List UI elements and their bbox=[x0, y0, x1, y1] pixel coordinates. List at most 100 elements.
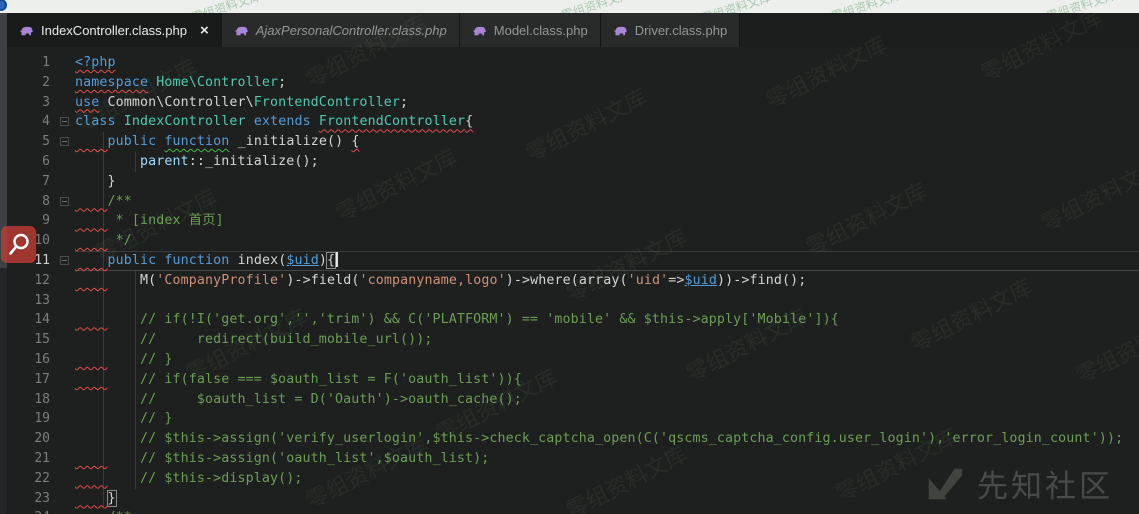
code-token: // } bbox=[140, 352, 173, 367]
tab-Driver.class.php[interactable]: Driver.class.php bbox=[601, 13, 740, 47]
line-number[interactable]: 16 bbox=[7, 350, 75, 370]
line-number[interactable]: 2 bbox=[7, 73, 75, 93]
code-token: <?php bbox=[75, 55, 116, 70]
line-number[interactable]: 14 bbox=[7, 310, 75, 330]
tab-label: Model.class.php bbox=[494, 23, 588, 38]
watermark-text: 零组资料文库 bbox=[559, 0, 633, 13]
code-token: namespace bbox=[75, 75, 148, 90]
fold-icon[interactable] bbox=[60, 256, 69, 265]
code-token: function bbox=[164, 134, 229, 149]
tab-label: AjaxPersonalController.class.php bbox=[256, 23, 447, 38]
line-number[interactable]: 7 bbox=[7, 172, 75, 192]
code-token bbox=[75, 451, 108, 466]
code-line[interactable]: /** bbox=[75, 192, 1139, 212]
line-number[interactable]: 15 bbox=[7, 330, 75, 350]
line-number[interactable]: 5 bbox=[7, 132, 75, 152]
code-token: FrontendController bbox=[319, 114, 465, 129]
code-line[interactable]: <?php bbox=[75, 53, 1139, 73]
line-number[interactable]: 8 bbox=[7, 192, 75, 212]
code-token bbox=[108, 352, 141, 367]
line-number[interactable]: 23 bbox=[7, 489, 75, 509]
code-token: { bbox=[465, 114, 473, 129]
code-token: $uid bbox=[685, 273, 718, 288]
code-token: { bbox=[327, 253, 335, 268]
line-number[interactable]: 17 bbox=[7, 370, 75, 390]
code-token bbox=[311, 114, 319, 129]
editor-pane[interactable]: 123456789101112131415161718192021222324 … bbox=[0, 47, 1139, 514]
close-tab-icon[interactable]: × bbox=[200, 23, 209, 38]
code-line[interactable]: public function index($uid){ bbox=[75, 251, 1139, 271]
code-line[interactable]: /** bbox=[75, 508, 1139, 514]
code-token: ) bbox=[319, 253, 327, 268]
line-number[interactable]: 22 bbox=[7, 469, 75, 489]
code-token: ))->find(); bbox=[717, 273, 806, 288]
code-token: /** bbox=[108, 510, 132, 514]
magnifier-icon bbox=[6, 231, 32, 259]
code-token: * [index 首页] bbox=[108, 213, 224, 228]
code-token bbox=[75, 392, 140, 407]
code-line[interactable]: * [index 首页] bbox=[75, 211, 1139, 231]
code-token: // if(false === $oauth_list = F('oauth_l… bbox=[140, 372, 522, 387]
line-number[interactable]: 3 bbox=[7, 93, 75, 113]
code-line[interactable]: */ bbox=[75, 231, 1139, 251]
code-token bbox=[75, 134, 108, 149]
code-token: Home\Controller bbox=[156, 75, 278, 90]
code-token: } bbox=[108, 491, 116, 506]
line-number[interactable]: 18 bbox=[7, 390, 75, 410]
code-line[interactable]: M('CompanyProfile')->field('companyname,… bbox=[75, 271, 1139, 291]
code-token: } bbox=[75, 174, 116, 189]
code-token bbox=[75, 411, 140, 426]
code-line[interactable]: class IndexController extends FrontendCo… bbox=[75, 112, 1139, 132]
code-line[interactable]: } bbox=[75, 172, 1139, 192]
watermark-text: 零组资料文库 bbox=[1044, 0, 1118, 13]
code-line[interactable]: namespace Home\Controller; bbox=[75, 73, 1139, 93]
tab-AjaxPersonalController.class.php[interactable]: AjaxPersonalController.class.php bbox=[222, 13, 460, 47]
code-line[interactable]: parent::_initialize(); bbox=[75, 152, 1139, 172]
code-token: => bbox=[668, 273, 684, 288]
code-token: // redirect(build_mobile_url()); bbox=[140, 332, 433, 347]
code-token: */ bbox=[108, 233, 132, 248]
php-elephant-icon bbox=[234, 23, 249, 38]
code-token: // $this->assign('verify_userlogin',$thi… bbox=[140, 431, 1123, 446]
code-token bbox=[75, 273, 108, 288]
line-number[interactable]: 21 bbox=[7, 449, 75, 469]
tab-Model.class.php[interactable]: Model.class.php bbox=[460, 13, 601, 47]
code-line[interactable]: // redirect(build_mobile_url()); bbox=[75, 330, 1139, 350]
code-line[interactable]: // } bbox=[75, 350, 1139, 370]
code-token: _initialize() bbox=[229, 134, 351, 149]
xianzhi-watermark: 先知社区 bbox=[923, 461, 1113, 506]
fold-icon[interactable] bbox=[60, 137, 69, 146]
line-number[interactable]: 19 bbox=[7, 409, 75, 429]
code-token bbox=[75, 471, 108, 486]
code-line[interactable] bbox=[75, 291, 1139, 311]
code-token bbox=[108, 312, 141, 327]
code-token: public bbox=[108, 253, 157, 268]
code-line[interactable]: // if(!I('get.org','','trim') && C('PLAT… bbox=[75, 310, 1139, 330]
tab-IndexController.class.php[interactable]: IndexController.class.php× bbox=[7, 13, 222, 47]
line-number[interactable]: 12 bbox=[7, 271, 75, 291]
code-line[interactable]: public function _initialize() { bbox=[75, 132, 1139, 152]
line-number[interactable]: 20 bbox=[7, 429, 75, 449]
code-token: Common\Controller\ bbox=[99, 95, 253, 110]
left-scrollbar[interactable] bbox=[0, 13, 7, 514]
line-number[interactable]: 13 bbox=[7, 291, 75, 311]
gutter: 123456789101112131415161718192021222324 bbox=[7, 53, 75, 514]
code-line[interactable]: // } bbox=[75, 409, 1139, 429]
line-number[interactable]: 24 bbox=[7, 508, 75, 514]
blue-corner-icon bbox=[0, 0, 7, 11]
fold-icon[interactable] bbox=[60, 197, 69, 206]
code-line[interactable]: use Common\Controller\FrontendController… bbox=[75, 93, 1139, 113]
code-token: // } bbox=[140, 411, 173, 426]
fold-icon[interactable] bbox=[60, 117, 69, 126]
line-number[interactable]: 4 bbox=[7, 112, 75, 132]
code-line[interactable]: // $this->assign('verify_userlogin',$thi… bbox=[75, 429, 1139, 449]
code-token: public bbox=[108, 134, 157, 149]
code-line[interactable]: // $oauth_list = D('Oauth')->oauth_cache… bbox=[75, 390, 1139, 410]
code-token: // if(!I('get.org','','trim') && C('PLAT… bbox=[140, 312, 839, 327]
code-token: /** bbox=[108, 194, 132, 209]
code-token bbox=[75, 352, 108, 367]
line-number[interactable]: 1 bbox=[7, 53, 75, 73]
line-number[interactable]: 6 bbox=[7, 152, 75, 172]
magnifier-badge[interactable] bbox=[1, 226, 36, 263]
code-line[interactable]: // if(false === $oauth_list = F('oauth_l… bbox=[75, 370, 1139, 390]
